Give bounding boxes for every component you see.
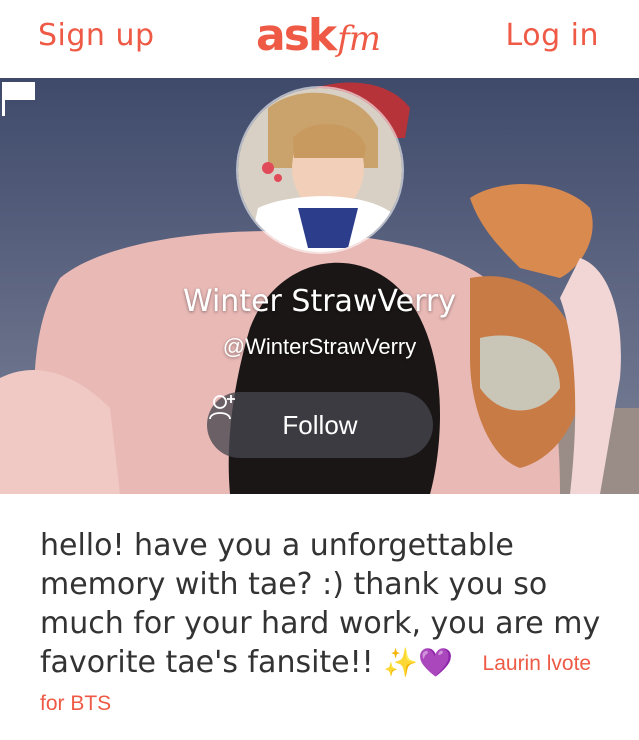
logo-ask-text: ask [256, 10, 337, 61]
sign-up-link[interactable]: Sign up [38, 18, 155, 53]
log-in-link[interactable]: Log in [506, 18, 599, 53]
logo-fm-text: fm [337, 19, 381, 59]
top-nav-bar: Sign up ask fm Log in [0, 0, 639, 78]
profile-cover-photo: Winter StrawVerry @WinterStrawVerry Foll… [0, 78, 639, 494]
add-user-icon [209, 395, 235, 420]
profile-avatar[interactable] [236, 86, 404, 254]
profile-username: @WinterStrawVerry [222, 334, 417, 359]
profile-display-name: Winter StrawVerry [182, 284, 457, 319]
question-card: hello! have you a unforgettable memory w… [40, 526, 610, 723]
avatar-image [238, 88, 402, 252]
follow-label: Follow [282, 409, 358, 440]
follow-button[interactable]: Follow [207, 392, 433, 458]
question-emojis: ✨💜 [383, 646, 453, 679]
report-flag-icon[interactable] [0, 78, 40, 118]
askfm-logo[interactable]: ask fm [256, 10, 381, 61]
